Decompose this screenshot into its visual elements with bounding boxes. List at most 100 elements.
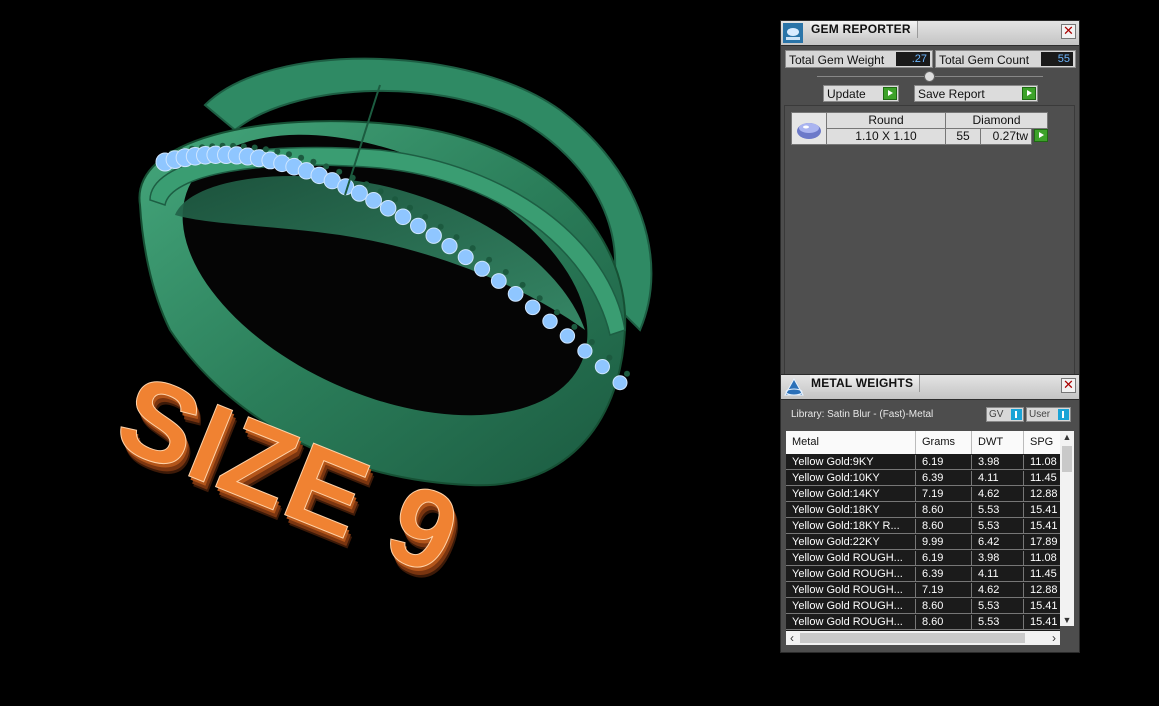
gem-stone (441, 238, 458, 255)
column-header-grams[interactable]: Grams (916, 431, 972, 454)
dwt-cell: 4.11 (972, 567, 1024, 582)
grams-cell: 6.39 (916, 567, 972, 582)
table-row[interactable]: Yellow Gold:18KY R... 8.60 5.53 15.41 (786, 519, 1060, 535)
prong (469, 245, 476, 252)
gem-reporter-close-button[interactable]: ✕ (1061, 24, 1076, 39)
save-report-button[interactable]: Save Report (914, 85, 1038, 102)
prong (571, 323, 578, 330)
dwt-cell: 4.62 (972, 487, 1024, 502)
spg-cell: 11.08 (1024, 551, 1060, 566)
total-gem-count-label: Total Gem Count (939, 53, 1030, 67)
metal-name-cell: Yellow Gold:22KY (786, 535, 916, 550)
prong (588, 339, 595, 345)
gem-reporter-titlebar[interactable]: GEM REPORTER ✕ (781, 21, 1079, 46)
column-header-dwt[interactable]: DWT (972, 431, 1024, 454)
prong (486, 256, 493, 263)
total-gem-count-field: Total Gem Count 55 (935, 50, 1076, 68)
play-icon (1022, 87, 1036, 100)
prong (519, 281, 526, 288)
update-button[interactable]: Update (823, 85, 899, 102)
table-row[interactable]: Yellow Gold ROUGH... 8.60 5.53 15.41 (786, 599, 1060, 615)
gem-stone (594, 359, 611, 375)
metal-name-cell: Yellow Gold:9KY (786, 455, 916, 470)
prong (536, 295, 543, 302)
prong (392, 196, 399, 203)
gem-reporter-icon (783, 23, 803, 43)
grams-cell: 8.60 (916, 519, 972, 534)
scroll-down-icon[interactable]: ▼ (1060, 614, 1074, 626)
gem-stone (425, 227, 442, 244)
prong (502, 269, 509, 275)
gem-stone (457, 249, 474, 266)
prong (624, 370, 630, 377)
total-gem-count-value: 55 (1041, 52, 1073, 66)
gem-shape-thumbnail (791, 112, 827, 145)
metal-name-cell: Yellow Gold:18KY (786, 503, 916, 518)
table-row[interactable]: Yellow Gold ROUGH... 6.19 3.98 11.08 (786, 551, 1060, 567)
dwt-cell: 5.53 (972, 615, 1024, 630)
metal-weights-titlebar[interactable]: METAL WEIGHTS ✕ (781, 375, 1079, 400)
table-header: Metal Grams DWT SPG (786, 431, 1060, 454)
library-label: Library: Satin Blur - (Fast)-Metal (791, 409, 934, 420)
gem-stone (524, 299, 541, 316)
table-row[interactable]: Yellow Gold:18KY 8.60 5.53 15.41 (786, 503, 1060, 519)
gem-stone (559, 328, 576, 344)
gem-stone (542, 313, 558, 329)
prong (336, 168, 343, 175)
3d-viewport[interactable]: SIZE 9 (0, 0, 780, 653)
spg-cell: 17.89 (1024, 535, 1060, 550)
scroll-up-icon[interactable]: ▲ (1060, 431, 1074, 443)
table-row[interactable]: Yellow Gold:9KY 6.19 3.98 11.08 (786, 455, 1060, 471)
spg-cell: 11.08 (1024, 455, 1060, 470)
gem-detail-button[interactable] (1031, 128, 1048, 145)
prong (377, 188, 384, 195)
gem-weight: 0.27tw (980, 128, 1032, 145)
prong (286, 151, 292, 158)
gem-list-area: Round Diamond 1.10 X 1.10 55 0.27tw (784, 105, 1075, 375)
dwt-cell: 6.42 (972, 535, 1024, 550)
column-header-spg[interactable]: SPG (1024, 431, 1060, 454)
gem-count: 55 (945, 128, 981, 145)
prong (453, 234, 460, 241)
gem-stone (350, 184, 368, 202)
vertical-scrollbar[interactable]: ▲ ▼ (1060, 431, 1074, 626)
metal-weights-icon (783, 377, 804, 397)
gv-toggle-label: GV (989, 409, 1004, 420)
dwt-cell: 3.98 (972, 455, 1024, 470)
scroll-left-icon[interactable]: ‹ (786, 631, 798, 645)
scroll-right-icon[interactable]: › (1048, 631, 1060, 645)
horizontal-scrollbar[interactable]: ‹ › (786, 631, 1060, 645)
gem-stone (577, 343, 593, 359)
table-row[interactable]: Yellow Gold:10KY 6.39 4.11 11.45 (786, 471, 1060, 487)
toggle-icon (1058, 409, 1069, 420)
metal-name-cell: Yellow Gold:18KY R... (786, 519, 916, 534)
update-button-label: Update (827, 87, 866, 101)
table-row[interactable]: Yellow Gold ROUGH... 7.19 4.62 12.88 (786, 583, 1060, 599)
gem-stone (490, 273, 507, 289)
user-toggle[interactable]: User (1026, 407, 1071, 422)
grams-cell: 8.60 (916, 503, 972, 518)
round-gem-icon (797, 123, 821, 139)
metal-name-cell: Yellow Gold ROUGH... (786, 567, 916, 582)
grams-cell: 7.19 (916, 583, 972, 598)
table-row[interactable]: Yellow Gold ROUGH... 8.60 5.53 15.41 (786, 615, 1060, 631)
scrollbar-thumb[interactable] (1062, 446, 1072, 472)
spg-cell: 15.41 (1024, 599, 1060, 614)
metal-weights-panel: METAL WEIGHTS ✕ Library: Satin Blur - (F… (780, 374, 1080, 653)
metal-name-cell: Yellow Gold:14KY (786, 487, 916, 502)
gv-toggle[interactable]: GV (986, 407, 1024, 422)
table-row[interactable]: Yellow Gold:14KY 7.19 4.62 12.88 (786, 487, 1060, 503)
gem-material: Diamond (945, 112, 1048, 129)
gem-stone (612, 375, 628, 391)
spg-cell: 12.88 (1024, 583, 1060, 598)
scrollbar-thumb[interactable] (800, 633, 1025, 643)
table-row[interactable]: Yellow Gold ROUGH... 6.39 4.11 11.45 (786, 567, 1060, 583)
column-header-metal[interactable]: Metal (786, 431, 916, 454)
metal-weights-close-button[interactable]: ✕ (1061, 378, 1076, 393)
save-report-button-label: Save Report (918, 87, 985, 101)
table-row[interactable]: Yellow Gold:22KY 9.99 6.42 17.89 (786, 535, 1060, 551)
gem-stone (474, 260, 491, 277)
user-toggle-label: User (1029, 409, 1051, 420)
prong (274, 148, 281, 155)
splitter-handle-icon[interactable] (924, 71, 935, 82)
